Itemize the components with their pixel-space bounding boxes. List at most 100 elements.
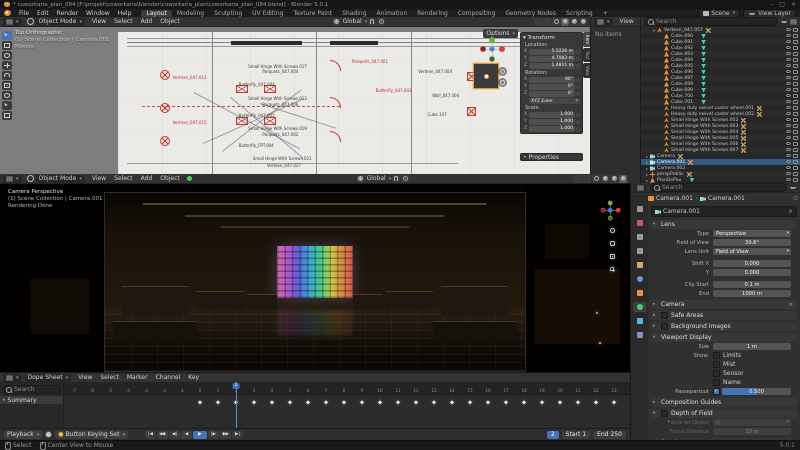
close-button[interactable]: × [791,1,796,8]
disable-render-icon[interactable] [793,64,798,68]
physics-tab[interactable] [633,316,646,326]
axis-y-negative[interactable] [607,215,613,221]
keyframe[interactable] [394,398,402,407]
lens-unit-field[interactable]: Field of View [713,248,791,255]
keyframe[interactable] [466,398,474,407]
show-sensor-checkbox[interactable] [713,370,720,377]
hide-viewport-icon[interactable] [786,130,791,133]
workspace-tab-rendering[interactable]: Rendering [412,10,453,17]
keyframe[interactable] [340,398,348,407]
axis-z-view[interactable] [607,207,613,213]
workspace-tab-uv-editing[interactable]: UV Editing [247,10,288,17]
keying-set-selector[interactable]: ● Button Keying Set ▾ [55,430,128,439]
view-layer-tab[interactable] [633,246,646,256]
scene-tab[interactable] [633,260,646,270]
disable-render-icon[interactable] [793,154,798,158]
move-tool[interactable] [2,61,12,70]
hide-viewport-icon[interactable] [786,178,791,181]
panel-header-composition-guides[interactable]: ▸ Composition Guides [651,398,797,407]
panel-header-viewport-display[interactable]: ▾ Viewport Display [651,333,797,342]
location-y-value[interactable]: 4.7083 m [529,55,575,62]
jump-to-start-button[interactable]: |◀ [144,430,156,439]
zoom-button[interactable] [608,226,617,235]
axis-y-positive[interactable] [489,37,495,43]
scale-x-value[interactable]: 1.000 [529,111,575,118]
snap-magnet-icon[interactable] [368,17,377,26]
menu-select[interactable]: Select [110,18,137,25]
pan-button[interactable] [608,239,617,248]
shading-wireframe-icon[interactable] [552,17,561,26]
keyframe[interactable] [412,398,420,407]
frame-start-field[interactable]: Start 1 [561,430,591,439]
focus-object-field[interactable]: ◎ [713,419,791,426]
disable-render-icon[interactable] [793,94,798,98]
proportional-editing-icon[interactable] [401,174,410,183]
object-tab[interactable] [633,288,646,298]
type-field[interactable]: Perspective [713,230,791,237]
rotation-x-value[interactable]: 90° [529,76,575,83]
shading-wireframe-icon[interactable] [592,174,601,183]
hide-viewport-icon[interactable] [786,172,791,175]
properties-search-input[interactable]: Search [650,183,787,192]
disable-render-icon[interactable] [793,106,798,110]
auto-keying-toggle[interactable] [45,431,53,438]
next-keyframe-button[interactable]: ◆▶ [219,430,231,439]
keyframe[interactable] [250,398,258,407]
rotation-y-value[interactable]: 0° [529,83,575,90]
play-button[interactable]: ▶ [192,430,207,439]
navigation-gizmo[interactable] [480,37,506,63]
measure-tool[interactable] [2,111,12,120]
keyframe[interactable] [214,398,222,407]
axis-z-view[interactable] [489,46,495,52]
disable-render-icon[interactable] [793,34,798,38]
zoom-button[interactable] [498,67,507,76]
hide-viewport-icon[interactable] [786,100,791,103]
hide-viewport-icon[interactable] [786,166,791,169]
hide-viewport-icon[interactable] [786,82,791,85]
orientation-label[interactable]: Global [367,175,386,182]
menu-object[interactable]: Object [156,175,184,182]
frame-end-field[interactable]: End 250 [593,430,626,439]
disable-render-icon[interactable] [793,112,798,116]
hide-viewport-icon[interactable] [786,154,791,157]
disable-render-icon[interactable] [793,58,798,62]
current-frame-badge[interactable]: 2 [232,383,240,389]
sidebar-tab-item[interactable]: Item [583,32,590,48]
mode-selector[interactable]: Object Mode ▾ [35,17,85,26]
navigation-gizmo[interactable] [600,200,622,222]
hide-viewport-icon[interactable] [786,124,791,127]
summary-channel[interactable]: ▸ Summary [0,396,63,404]
hide-viewport-icon[interactable] [786,64,791,67]
disable-render-icon[interactable] [793,136,798,140]
keyframe[interactable] [448,398,456,407]
annotate-tool[interactable] [2,101,12,110]
lock-icon[interactable]: ○ [576,49,580,54]
menu-view[interactable]: View [88,175,110,182]
disable-render-icon[interactable] [793,40,798,44]
panel-header-depth-of-field[interactable]: ▾ Depth of Field [651,409,797,418]
show-overlays-icon[interactable] [543,17,552,26]
output-tab[interactable] [633,232,646,242]
show-overlays-icon[interactable] [583,174,592,183]
workspace-tab-shading[interactable]: Shading [337,10,371,17]
shift-x-field[interactable]: 0.000 [713,260,791,267]
show-gizmos-icon[interactable] [534,17,543,26]
hide-viewport-icon[interactable] [786,28,791,31]
hide-viewport-icon[interactable] [786,112,791,115]
workspace-tab-animation[interactable]: Animation [372,10,413,17]
menu-marker[interactable]: Marker [123,374,152,381]
scale-z-value[interactable]: 1.000 [529,125,575,132]
disable-render-icon[interactable] [793,82,798,86]
pin-icon[interactable]: ⊙ [793,195,798,202]
panel-header-background-images[interactable]: ▸ Background Images [651,322,797,331]
sidebar-tab-view[interactable]: View [583,62,590,79]
workspace-tab-geometry-nodes[interactable]: Geometry Nodes [500,10,561,17]
keyframe[interactable] [196,398,204,407]
safe-areas-checkbox[interactable] [661,312,668,319]
axis-x-positive[interactable] [615,207,621,213]
keyframe[interactable] [304,398,312,407]
menu-view[interactable]: View [88,18,110,25]
snap-magnet-icon[interactable] [392,174,401,183]
disable-render-icon[interactable] [793,130,798,134]
expand-icon[interactable]: ▸ [644,160,650,165]
